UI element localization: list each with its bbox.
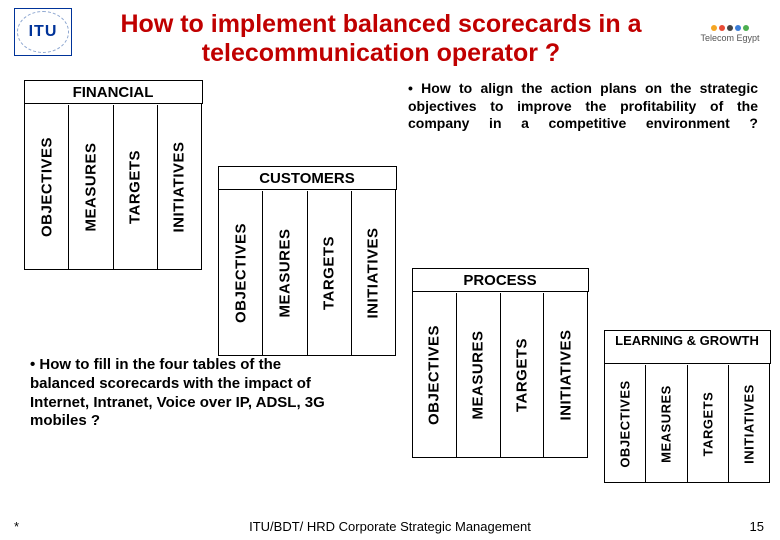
scorecard-learning-growth: LEARNING & GROWTH OBJECTIVES MEASURES TA… (604, 330, 770, 483)
scorecard-process: PROCESS OBJECTIVES MEASURES TARGETS INIT… (412, 268, 588, 458)
telecom-egypt-logo-icon: Telecom Egypt (694, 8, 766, 60)
scorecard-financial-label: FINANCIAL (24, 80, 203, 104)
slide-body: • How to align the action plans on the s… (0, 78, 780, 498)
scorecard-customers-label: CUSTOMERS (218, 166, 397, 190)
col-initiatives: INITIATIVES (157, 105, 201, 269)
col-initiatives: INITIATIVES (351, 191, 395, 355)
page-number: 15 (750, 519, 764, 534)
col-targets: TARGETS (307, 191, 351, 355)
col-initiatives: INITIATIVES (728, 365, 769, 482)
col-targets: TARGETS (500, 293, 544, 457)
slide-footer: * ITU/BDT/ HRD Corporate Strategic Manag… (0, 519, 780, 534)
slide-title: How to implement balanced scorecards in … (84, 8, 682, 68)
col-measures: MEASURES (68, 105, 112, 269)
scorecard-learning-growth-label: LEARNING & GROWTH (604, 330, 771, 364)
scorecard-financial: FINANCIAL OBJECTIVES MEASURES TARGETS IN… (24, 80, 202, 270)
col-initiatives: INITIATIVES (543, 293, 587, 457)
col-measures: MEASURES (456, 293, 500, 457)
col-objectives: OBJECTIVES (413, 293, 456, 457)
telecom-egypt-logo-text: Telecom Egypt (700, 33, 759, 43)
footer-center: ITU/BDT/ HRD Corporate Strategic Managem… (0, 519, 780, 534)
itu-logo-icon: ITU (14, 8, 72, 56)
scorecard-customers: CUSTOMERS OBJECTIVES MEASURES TARGETS IN… (218, 166, 396, 356)
col-targets: TARGETS (687, 365, 728, 482)
col-measures: MEASURES (645, 365, 686, 482)
col-measures: MEASURES (262, 191, 306, 355)
bullet-fill-tables: • How to fill in the four tables of the … (30, 356, 350, 431)
slide-header: ITU How to implement balanced scorecards… (0, 0, 780, 68)
col-objectives: OBJECTIVES (25, 105, 68, 269)
bullet-align-action-plans: • How to align the action plans on the s… (408, 80, 758, 133)
col-objectives: OBJECTIVES (605, 365, 645, 482)
footer-left: * (14, 519, 19, 534)
scorecard-process-label: PROCESS (412, 268, 589, 292)
col-targets: TARGETS (113, 105, 157, 269)
col-objectives: OBJECTIVES (219, 191, 262, 355)
